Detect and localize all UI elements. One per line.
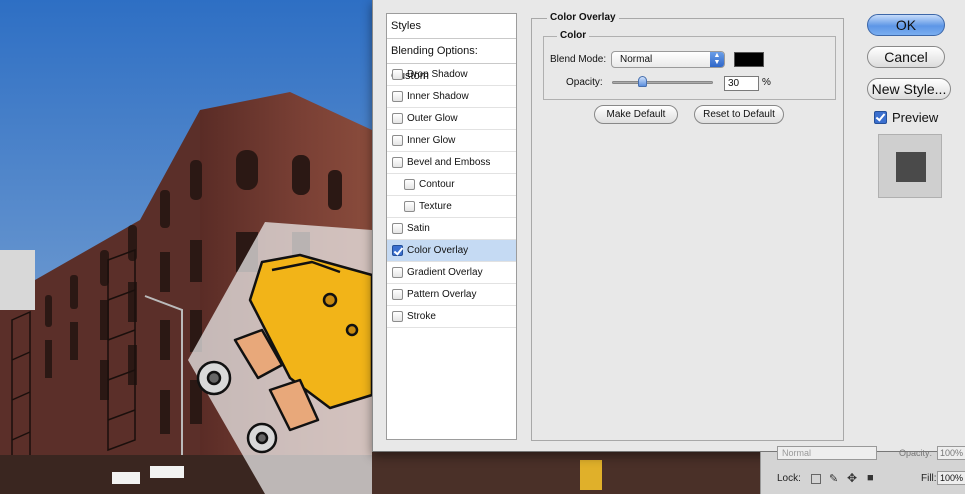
style-item-label: Bevel and Emboss — [407, 156, 491, 168]
style-item-label: Inner Shadow — [407, 90, 469, 102]
color-group-title: Color — [557, 30, 590, 41]
style-item-label: Color Overlay — [407, 244, 469, 256]
style-item-label: Contour — [419, 178, 455, 190]
style-item-pattern-overlay[interactable]: Pattern Overlay — [387, 284, 516, 306]
lock-all-icon[interactable]: ■ — [867, 472, 874, 484]
style-item-stroke[interactable]: Stroke — [387, 306, 516, 328]
style-item-outer-glow[interactable]: Outer Glow — [387, 108, 516, 130]
style-checkbox[interactable] — [392, 311, 403, 322]
layer-opacity-label: Opacity: — [899, 448, 933, 458]
ok-button[interactable]: OK — [867, 14, 945, 36]
style-item-satin[interactable]: Satin — [387, 218, 516, 240]
style-checkbox[interactable] — [392, 69, 403, 80]
style-preview-thumbnail — [878, 134, 942, 198]
style-checkbox[interactable] — [404, 201, 415, 212]
opacity-label: Opacity: — [566, 77, 603, 88]
style-checkbox[interactable] — [392, 157, 403, 168]
style-checkbox[interactable] — [404, 179, 415, 190]
style-item-color-overlay[interactable]: Color Overlay — [387, 240, 516, 262]
style-item-label: Drop Shadow — [407, 68, 468, 80]
style-checkbox[interactable] — [392, 245, 403, 256]
layers-panel-fragment: Normal Opacity: 100% Lock: ✎ ✥ ■ Fill: 1… — [760, 446, 965, 494]
make-default-button[interactable]: Make Default — [594, 105, 678, 124]
color-group: Color — [543, 30, 836, 100]
panel-title: Color Overlay — [547, 12, 619, 23]
style-checkbox[interactable] — [392, 289, 403, 300]
style-item-gradient-overlay[interactable]: Gradient Overlay — [387, 262, 516, 284]
styles-header[interactable]: Styles — [387, 14, 516, 39]
new-style-button[interactable]: New Style... — [867, 78, 951, 100]
style-item-inner-shadow[interactable]: Inner Shadow — [387, 86, 516, 108]
layer-blend-select[interactable]: Normal — [777, 446, 877, 460]
style-items: Drop Shadow Inner Shadow Outer Glow Inner G… — [387, 64, 516, 328]
color-overlay-panel: Color Overlay Color Blend Mode: Normal ▲… — [531, 12, 844, 441]
style-item-inner-glow[interactable]: Inner Glow — [387, 130, 516, 152]
opacity-slider-thumb[interactable] — [637, 76, 647, 87]
lock-transparent-icon[interactable] — [811, 474, 821, 484]
lock-paint-icon[interactable]: ✎ — [829, 472, 838, 485]
lock-position-icon[interactable]: ✥ — [847, 471, 857, 485]
cancel-button[interactable]: Cancel — [867, 46, 945, 68]
opacity-slider[interactable] — [612, 76, 713, 87]
reset-to-default-button[interactable]: Reset to Default — [694, 105, 784, 124]
blend-mode-value: Normal — [620, 54, 653, 65]
style-item-label: Pattern Overlay — [407, 288, 477, 300]
blend-mode-label: Blend Mode: — [550, 54, 607, 65]
fill-input[interactable]: 100% — [937, 471, 965, 485]
style-item-label: Gradient Overlay — [407, 266, 483, 278]
preview-label: Preview — [892, 110, 939, 125]
opacity-unit: % — [762, 77, 771, 88]
style-item-bevel-and-emboss[interactable]: Bevel and Emboss — [387, 152, 516, 174]
style-checkbox[interactable] — [392, 267, 403, 278]
style-checkbox[interactable] — [392, 91, 403, 102]
blending-options-item[interactable]: Blending Options: Custom — [387, 39, 516, 82]
blend-mode-select[interactable]: Normal ▲ ▼ — [611, 51, 725, 68]
storefront-sign — [150, 466, 184, 478]
select-arrows-icon: ▲ ▼ — [710, 52, 724, 67]
style-item-texture[interactable]: Texture — [387, 196, 516, 218]
style-item-label: Stroke — [407, 310, 436, 322]
style-checkbox[interactable] — [392, 135, 403, 146]
style-item-label: Satin — [407, 222, 430, 234]
style-item-drop-shadow[interactable]: Drop Shadow — [387, 64, 516, 86]
layer-opacity-input[interactable]: 100% — [937, 446, 965, 460]
styles-list: Styles Blending Options: Custom Drop Sha… — [386, 13, 517, 440]
overlay-color-swatch[interactable] — [734, 52, 764, 67]
style-item-label: Outer Glow — [407, 112, 458, 124]
preview-checkbox[interactable] — [874, 111, 887, 124]
style-item-label: Texture — [419, 200, 452, 212]
storefront-sign — [112, 472, 140, 484]
lock-label: Lock: — [777, 473, 801, 484]
style-item-label: Inner Glow — [407, 134, 456, 146]
fill-label: Fill: — [921, 473, 937, 484]
style-checkbox[interactable] — [392, 113, 403, 124]
style-checkbox[interactable] — [392, 223, 403, 234]
style-item-contour[interactable]: Contour — [387, 174, 516, 196]
layer-style-dialog: Styles Blending Options: Custom Drop Sha… — [372, 0, 965, 452]
opacity-input[interactable]: 30 — [724, 76, 759, 91]
